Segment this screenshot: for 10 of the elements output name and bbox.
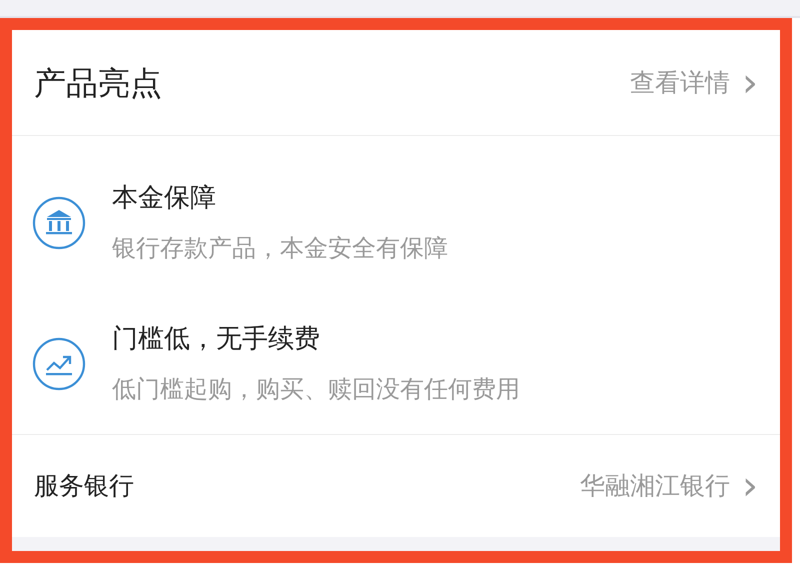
bank-name: 华融湘江银行 [580,470,730,502]
trend-chart-icon [32,336,86,390]
feature-title: 门槛低，无手续费 [112,323,321,356]
chevron-icon: › [742,466,758,506]
feature-description: 低门槛起购，购买、赎回没有任何费用 [112,374,520,405]
section-title: 产品亮点 [34,62,162,104]
feature-description: 银行存款产品，本金安全有保障 [112,233,448,264]
feature-title: 本金保障 [112,182,217,215]
row-label: 服务银行 [34,470,134,502]
bank-icon [32,196,86,250]
